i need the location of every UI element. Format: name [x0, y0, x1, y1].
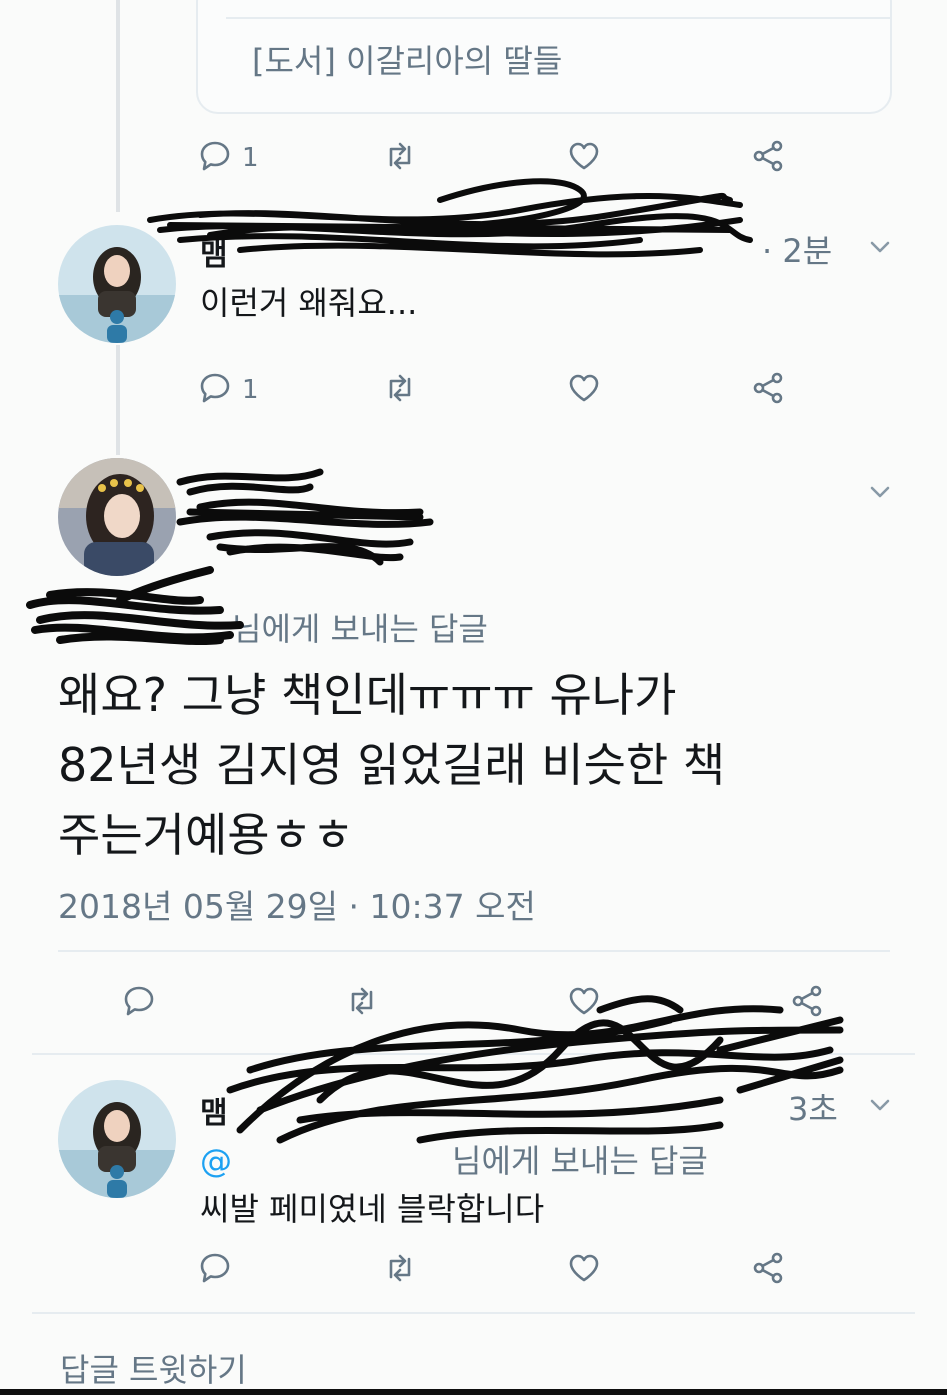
share-button[interactable]	[751, 370, 785, 410]
share-button[interactable]	[751, 1250, 785, 1290]
chevron-down-icon	[867, 486, 893, 509]
card-divider	[226, 17, 890, 19]
reply1-menu[interactable]	[867, 234, 893, 260]
avatar-reply2[interactable]	[58, 1080, 176, 1198]
share-button[interactable]	[751, 138, 785, 178]
reply-button[interactable]: 1	[198, 370, 259, 410]
compose-reply-input[interactable]: 답글 트윗하기	[60, 1345, 247, 1391]
redaction-scribble-main-name	[170, 462, 440, 582]
reply-icon	[198, 371, 232, 409]
divider-main-top	[58, 950, 890, 952]
reply-icon	[198, 139, 232, 177]
main-menu[interactable]	[867, 479, 893, 505]
like-icon	[567, 371, 601, 409]
reply-to-label: 님에게 보내는 답글	[452, 1142, 708, 1180]
like-icon	[567, 1251, 601, 1289]
share-icon	[751, 139, 785, 177]
reply2-reply-to: @ 님에게 보내는 답글	[200, 1136, 708, 1182]
reply-to-handle[interactable]: @	[200, 1142, 232, 1180]
reply-count: 1	[242, 375, 259, 405]
retweet-icon	[383, 139, 417, 177]
reply2-menu[interactable]	[867, 1092, 893, 1118]
retweet-button[interactable]	[383, 1250, 417, 1290]
share-icon	[790, 984, 824, 1022]
tweet-actions-1: 1	[0, 138, 947, 178]
avatar-main[interactable]	[58, 458, 176, 576]
reply2-display-name[interactable]: 맴	[200, 1088, 228, 1132]
retweet-button[interactable]	[383, 370, 417, 410]
main-text-line-3: 주는거예용ㅎㅎ	[58, 808, 355, 862]
chevron-down-icon	[867, 241, 893, 264]
like-button[interactable]	[567, 983, 601, 1023]
reply1-time: · 2분	[762, 232, 833, 270]
share-icon	[751, 1251, 785, 1289]
main-timestamp[interactable]: 2018년 05월 29일 · 10:37 오전	[58, 880, 536, 928]
main-tweet-text: 왜요? 그냥 책인데ㅠㅠㅠ 유나가 82년생 김지영 읽었길래 비슷한 책 주는…	[58, 660, 898, 870]
main-text-line-2: 82년생 김지영 읽었길래 비슷한 책	[58, 738, 726, 792]
bottom-edge	[0, 1389, 947, 1395]
reply2-actions	[0, 1250, 947, 1290]
avatar-reply1[interactable]	[58, 225, 176, 343]
reply2-text: 씨발 페미였네 블락합니다	[200, 1190, 545, 1228]
main-text-line-1: 왜요? 그냥 책인데ㅠㅠㅠ 유나가	[58, 668, 677, 722]
retweet-button[interactable]	[383, 138, 417, 178]
reply-icon	[122, 984, 156, 1022]
reply-to-label: 님에게 보내는 답글	[232, 610, 488, 648]
like-button[interactable]	[567, 370, 601, 410]
retweet-icon	[345, 984, 379, 1022]
like-button[interactable]	[567, 138, 601, 178]
like-button[interactable]	[567, 1250, 601, 1290]
main-reply-to: 님에게 보내는 답글	[232, 604, 488, 650]
retweet-icon	[383, 371, 417, 409]
reply-count: 1	[242, 143, 259, 173]
divider-main-bottom	[32, 1053, 915, 1055]
quoted-card-title: [도서] 이갈리아의 딸들	[252, 42, 563, 80]
redaction-scribble-reply1-name	[140, 178, 760, 280]
reply1-display-name[interactable]: 맴	[200, 230, 228, 274]
like-icon	[567, 984, 601, 1022]
like-icon	[567, 139, 601, 177]
chevron-down-icon	[867, 1099, 893, 1122]
thread-line-top	[116, 0, 120, 212]
quoted-link-card[interactable]: [도서] 이갈리아의 딸들	[196, 0, 892, 114]
reply-button[interactable]	[198, 1250, 232, 1290]
share-button[interactable]	[790, 983, 824, 1023]
retweet-icon	[383, 1251, 417, 1289]
reply-button[interactable]: 1	[198, 138, 259, 178]
tweet-actions-2: 1	[0, 370, 947, 410]
reply-icon	[198, 1251, 232, 1289]
retweet-button[interactable]	[345, 983, 379, 1023]
reply1-text: 이런거 왜줘요...	[200, 284, 418, 322]
reply2-time: 3초	[788, 1090, 838, 1128]
share-icon	[751, 371, 785, 409]
divider-compose	[32, 1312, 915, 1314]
main-tweet-actions	[0, 983, 947, 1023]
redaction-scribble-main-handle	[20, 560, 250, 650]
reply-button[interactable]	[122, 983, 156, 1023]
